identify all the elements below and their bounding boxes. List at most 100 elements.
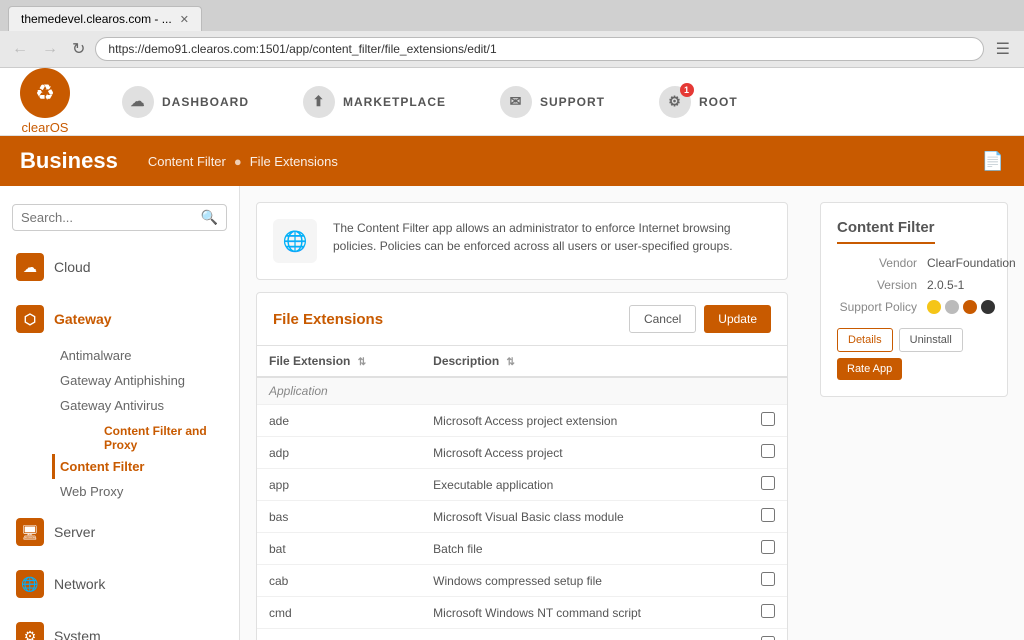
- desc-cell: Windows compressed setup file: [421, 565, 735, 597]
- search-box[interactable]: 🔍: [12, 204, 227, 231]
- nav-root[interactable]: ⚙ 1 ROOT: [647, 78, 750, 126]
- ext-cell: app: [257, 469, 421, 501]
- details-button[interactable]: Details: [837, 328, 893, 352]
- right-card-actions: Details Uninstall Rate App: [837, 328, 991, 380]
- url-bar[interactable]: [95, 37, 983, 61]
- row-checkbox-6[interactable]: [761, 604, 775, 618]
- sidebar-content-filter-proxy-label: Content Filter and Proxy: [52, 418, 239, 454]
- content-area: 🌐 The Content Filter app allows an admin…: [240, 186, 804, 640]
- sidebar-item-system[interactable]: ⚙ System: [0, 612, 239, 640]
- row-checkbox-0[interactable]: [761, 412, 775, 426]
- row-checkbox-3[interactable]: [761, 508, 775, 522]
- breadcrumb-app: Business: [20, 148, 118, 174]
- table-row: bat Batch file: [257, 533, 787, 565]
- checkbox-cell[interactable]: [735, 597, 787, 629]
- tab-title: themedevel.clearos.com - ...: [21, 12, 172, 26]
- nav-root-label: ROOT: [699, 95, 738, 109]
- sidebar-gateway-antivirus[interactable]: Gateway Antivirus: [52, 393, 239, 418]
- browser-tab[interactable]: themedevel.clearos.com - ... ✕: [8, 6, 202, 31]
- desc-cell: Microsoft Visual Basic class module: [421, 501, 735, 533]
- file-extensions-table: File Extension ⇅ Description ⇅: [257, 346, 787, 640]
- checkbox-cell[interactable]: [735, 437, 787, 469]
- vendor-value: ClearFoundation: [927, 256, 1016, 270]
- desc-cell: Microsoft Windows NT command script: [421, 597, 735, 629]
- checkbox-cell[interactable]: [735, 501, 787, 533]
- checkbox-cell[interactable]: [735, 629, 787, 640]
- sidebar-item-network[interactable]: 🌐 Network: [0, 560, 239, 608]
- breadcrumb-nav: Content Filter ● File Extensions: [148, 154, 338, 169]
- sidebar-web-proxy[interactable]: Web Proxy: [52, 479, 239, 504]
- browser-menu-button[interactable]: ☰: [990, 37, 1016, 61]
- vendor-label: Vendor: [837, 256, 927, 270]
- sidebar-system-label: System: [54, 628, 101, 640]
- desc-cell: Microsoft Access project: [421, 437, 735, 469]
- uninstall-button[interactable]: Uninstall: [899, 328, 963, 352]
- vendor-row: Vendor ClearFoundation: [837, 256, 991, 270]
- col-extension-header[interactable]: File Extension ⇅: [257, 346, 421, 377]
- nav-support-label: SUPPORT: [540, 95, 605, 109]
- table-row: app Executable application: [257, 469, 787, 501]
- checkbox-cell[interactable]: [735, 405, 787, 437]
- back-button[interactable]: ←: [8, 38, 32, 60]
- checkbox-cell[interactable]: [735, 533, 787, 565]
- panel-header: File Extensions Cancel Update: [257, 293, 787, 346]
- sidebar-server-label: Server: [54, 524, 95, 540]
- panel-title: File Extensions: [273, 311, 383, 328]
- right-card-title: Content Filter: [837, 219, 935, 244]
- search-input[interactable]: [21, 210, 201, 225]
- tab-close-icon[interactable]: ✕: [180, 13, 189, 26]
- table-row: bas Microsoft Visual Basic class module: [257, 501, 787, 533]
- sort-desc-icon: ⇅: [507, 357, 515, 368]
- rate-app-button[interactable]: Rate App: [837, 358, 902, 380]
- col-description-header[interactable]: Description ⇅: [421, 346, 735, 377]
- nav-dashboard-label: DASHBOARD: [162, 95, 249, 109]
- root-icon: ⚙ 1: [659, 86, 691, 118]
- checkbox-cell[interactable]: [735, 565, 787, 597]
- system-icon: ⚙: [16, 622, 44, 640]
- sidebar-gateway-sub: Antimalware Gateway Antiphishing Gateway…: [0, 343, 239, 504]
- table-row: com Microsoft MS-DOS program: [257, 629, 787, 640]
- sidebar-content-filter[interactable]: Content Filter: [52, 454, 239, 479]
- app-container: ♻ clearOS ☁ DASHBOARD ⬆ MARKETPLACE ✉ SU…: [0, 68, 1024, 640]
- sort-icon: ⇅: [358, 357, 366, 368]
- cancel-button[interactable]: Cancel: [629, 305, 696, 333]
- content-filter-card: Content Filter Vendor ClearFoundation Ve…: [820, 202, 1008, 397]
- sidebar-section-system: ⚙ System: [0, 612, 239, 640]
- breadcrumb-page: File Extensions: [250, 154, 338, 169]
- row-checkbox-4[interactable]: [761, 540, 775, 554]
- update-button[interactable]: Update: [704, 305, 771, 333]
- sidebar-network-label: Network: [54, 576, 105, 592]
- forward-button[interactable]: →: [38, 38, 62, 60]
- sidebar-item-cloud[interactable]: ☁ Cloud: [0, 243, 239, 291]
- info-banner-icon: 🌐: [273, 219, 317, 263]
- row-checkbox-5[interactable]: [761, 572, 775, 586]
- sidebar-gateway-antiphishing[interactable]: Gateway Antiphishing: [52, 368, 239, 393]
- sidebar-item-gateway[interactable]: ⬡ Gateway: [0, 295, 239, 343]
- support-dots: [927, 300, 995, 314]
- row-checkbox-2[interactable]: [761, 476, 775, 490]
- refresh-button[interactable]: ↻: [68, 37, 89, 61]
- version-label: Version: [837, 278, 927, 292]
- panel-actions: Cancel Update: [629, 305, 771, 333]
- top-navigation: ☁ DASHBOARD ⬆ MARKETPLACE ✉ SUPPORT ⚙ 1 …: [110, 78, 750, 126]
- table-group-row: Application: [257, 377, 787, 405]
- nav-dashboard[interactable]: ☁ DASHBOARD: [110, 78, 261, 126]
- ext-cell: bas: [257, 501, 421, 533]
- marketplace-icon: ⬆: [303, 86, 335, 118]
- sidebar-item-server[interactable]: 🖥 Server: [0, 508, 239, 556]
- row-checkbox-7[interactable]: [761, 636, 775, 640]
- breadcrumb-bar: Business Content Filter ● File Extension…: [0, 136, 1024, 186]
- main-content: 🔍 ☁ Cloud ⬡ Gateway Antimalware Gateway …: [0, 186, 1024, 640]
- table-row: cab Windows compressed setup file: [257, 565, 787, 597]
- nav-marketplace[interactable]: ⬆ MARKETPLACE: [291, 78, 458, 126]
- nav-support[interactable]: ✉ SUPPORT: [488, 78, 617, 126]
- table-row: cmd Microsoft Windows NT command script: [257, 597, 787, 629]
- row-checkbox-1[interactable]: [761, 444, 775, 458]
- checkbox-cell[interactable]: [735, 469, 787, 501]
- logo-icon: ♻: [20, 68, 70, 118]
- logo-area: ♻ clearOS: [20, 68, 70, 135]
- search-icon: 🔍: [201, 209, 218, 226]
- col-checkbox-header: [735, 346, 787, 377]
- info-banner: 🌐 The Content Filter app allows an admin…: [256, 202, 788, 280]
- ext-cell: ade: [257, 405, 421, 437]
